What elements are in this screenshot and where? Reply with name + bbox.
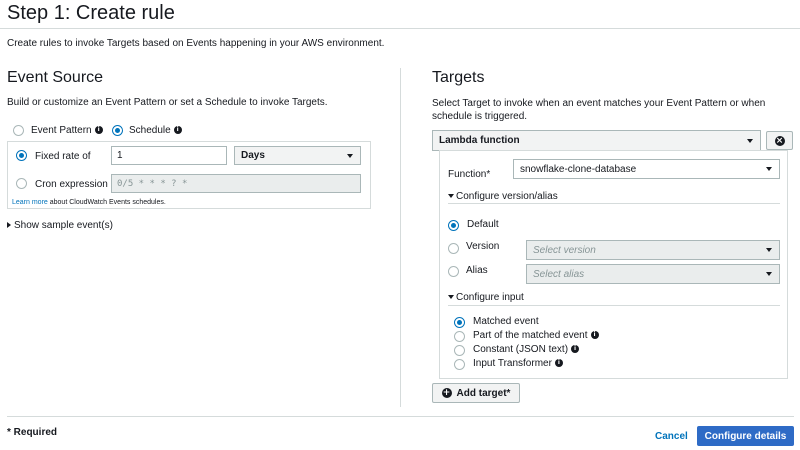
caret-down-icon (448, 295, 454, 300)
version-placeholder: Select version (533, 244, 596, 256)
learn-more-note: Learn more about CloudWatch Events sched… (12, 199, 166, 206)
alias-select[interactable]: Select alias (526, 264, 780, 284)
event-source-description: Build or customize an Event Pattern or s… (7, 97, 328, 108)
configure-details-button[interactable]: Configure details (697, 426, 794, 446)
default-label: Default (467, 219, 499, 230)
info-icon[interactable]: i (571, 345, 580, 354)
matched-event-radio[interactable] (454, 317, 465, 328)
fixed-rate-radio[interactable] (16, 150, 27, 161)
part-of-event-radio[interactable] (454, 331, 465, 342)
version-select[interactable]: Select version (526, 240, 780, 260)
schedule-option: Schedule i (129, 125, 182, 136)
configure-input-toggle[interactable]: Configure input (448, 292, 524, 303)
alias-placeholder: Select alias (533, 268, 585, 280)
info-icon[interactable]: i (590, 331, 599, 340)
cron-input[interactable]: 0/5 * * * ? * (111, 174, 361, 193)
input-transformer-radio[interactable] (454, 359, 465, 370)
part-of-event-label: Part of the matched event (473, 330, 588, 341)
event-pattern-radio[interactable] (13, 125, 24, 136)
constant-json-option: Constant (JSON text) i (473, 344, 580, 355)
page-title: Step 1: Create rule (7, 2, 175, 24)
chevron-down-icon (747, 138, 753, 143)
info-icon[interactable]: i (554, 359, 563, 368)
chevron-down-icon (766, 248, 772, 252)
configure-input-title: Configure input (456, 292, 524, 303)
rate-unit-value: Days (241, 150, 265, 161)
show-sample-label: Show sample event(s) (14, 220, 113, 231)
function-value: snowflake-clone-database (520, 163, 637, 175)
caret-right-icon (7, 222, 11, 229)
chevron-down-icon (766, 167, 772, 171)
schedule-radio[interactable] (112, 125, 123, 136)
version-radio[interactable] (448, 243, 459, 254)
footer-divider (7, 416, 794, 417)
part-of-event-option: Part of the matched event i (473, 330, 599, 341)
close-icon: × (774, 135, 785, 146)
function-select[interactable]: snowflake-clone-database (513, 159, 780, 179)
fixed-rate-label: Fixed rate of (35, 151, 91, 162)
info-icon[interactable]: i (173, 126, 182, 135)
remove-target-button[interactable]: × (766, 131, 793, 150)
targets-heading: Targets (432, 69, 485, 86)
event-source-heading: Event Source (7, 69, 104, 86)
version-label: Version (466, 241, 500, 252)
constant-json-radio[interactable] (454, 345, 465, 356)
event-pattern-option: Event Pattern i (31, 125, 103, 136)
rate-unit-select[interactable]: Days (234, 146, 361, 165)
version-divider (448, 203, 780, 204)
default-radio[interactable] (448, 220, 459, 231)
required-note: * Required (7, 427, 58, 438)
input-transformer-option: Input Transformer i (473, 358, 563, 369)
alias-radio[interactable] (448, 266, 459, 277)
target-type-select[interactable]: Lambda function (432, 130, 761, 151)
event-pattern-label: Event Pattern (31, 125, 92, 136)
learn-more-link[interactable]: Learn more (12, 199, 48, 206)
matched-event-label: Matched event (473, 316, 539, 327)
cron-label: Cron expression (35, 179, 108, 190)
show-sample-events-toggle[interactable]: Show sample event(s) (7, 220, 113, 231)
function-label: Function* (448, 169, 491, 180)
title-divider (0, 28, 800, 29)
cancel-button[interactable]: Cancel (655, 431, 688, 442)
chevron-down-icon (766, 272, 772, 276)
target-type-value: Lambda function (439, 135, 520, 146)
constant-json-label: Constant (JSON text) (473, 344, 569, 355)
input-transformer-label: Input Transformer (473, 358, 552, 369)
configure-version-title: Configure version/alias (456, 191, 558, 202)
chevron-down-icon (347, 153, 353, 158)
caret-down-icon (448, 194, 454, 199)
targets-description: Select Target to invoke when an event ma… (432, 98, 766, 122)
fixed-rate-input[interactable]: 1 (111, 146, 227, 165)
configure-version-toggle[interactable]: Configure version/alias (448, 191, 558, 202)
add-target-label: Add target* (456, 387, 511, 399)
add-target-button[interactable]: + Add target* (432, 383, 520, 403)
learn-more-text: about CloudWatch Events schedules. (47, 199, 166, 206)
column-divider (400, 68, 401, 407)
page-description: Create rules to invoke Targets based on … (7, 38, 385, 49)
schedule-label: Schedule (129, 125, 171, 136)
alias-label: Alias (466, 265, 488, 276)
cron-radio[interactable] (16, 178, 27, 189)
input-divider (448, 305, 780, 306)
plus-icon: + (441, 388, 452, 398)
info-icon[interactable]: i (94, 126, 103, 135)
